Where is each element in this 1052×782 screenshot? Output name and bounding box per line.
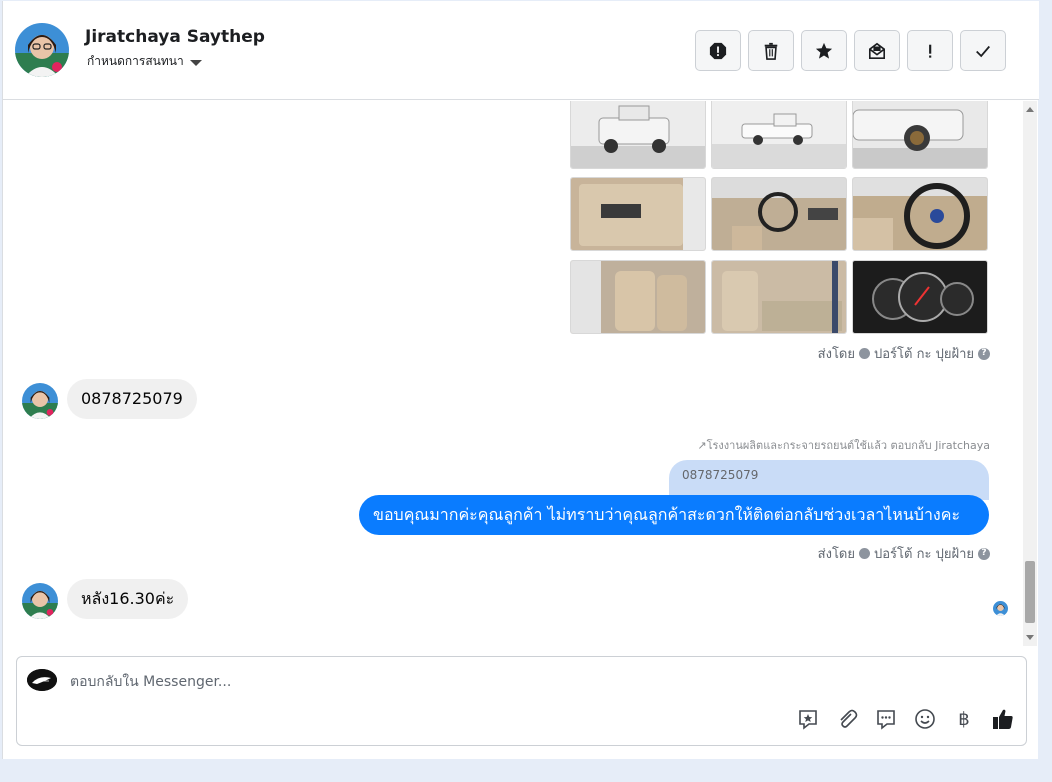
attachment-photo[interactable] bbox=[711, 177, 847, 251]
attach-button[interactable] bbox=[836, 708, 858, 730]
emoji-icon bbox=[915, 709, 935, 729]
payment-button[interactable]: ฿ bbox=[953, 708, 975, 730]
spam-icon bbox=[709, 42, 727, 59]
emoji-button[interactable] bbox=[914, 708, 936, 730]
message-thread: ส่งโดย ปอร์โต้ กะ ปุยฝ้าย ? 0878725079 ↗… bbox=[3, 101, 1023, 646]
star-icon bbox=[815, 42, 833, 59]
done-icon bbox=[976, 45, 990, 57]
baht-icon: ฿ bbox=[958, 708, 970, 730]
sender-name[interactable]: ปอร์โต้ กะ ปุยฝ้าย bbox=[874, 343, 974, 364]
reply-context: ↗โรงงานผลิตและกระจายรถยนต์ใช้แล้ว ตอบกลั… bbox=[697, 439, 990, 452]
conversation-settings-label: กำหนดการสนทนา bbox=[87, 54, 184, 68]
contact-avatar[interactable] bbox=[15, 23, 69, 77]
attachment-photo[interactable] bbox=[711, 101, 847, 169]
page-badge-icon bbox=[859, 548, 870, 559]
attachment-photo[interactable] bbox=[852, 260, 988, 334]
quick-reply-button[interactable] bbox=[875, 708, 897, 730]
attachment-photo[interactable] bbox=[570, 260, 706, 334]
conversation-settings-dropdown[interactable]: กำหนดการสนทนา bbox=[87, 52, 202, 71]
sender-name[interactable]: ปอร์โต้ กะ ปุยฝ้าย bbox=[874, 543, 974, 564]
page-avatar bbox=[27, 669, 57, 691]
contact-avatar[interactable] bbox=[22, 383, 58, 419]
star-button[interactable] bbox=[801, 30, 847, 71]
important-icon bbox=[929, 44, 932, 58]
attachment-photo[interactable] bbox=[852, 177, 988, 251]
help-icon[interactable]: ? bbox=[978, 547, 990, 560]
header-action-bar bbox=[695, 30, 1006, 71]
sent-by-label: ส่งโดย ปอร์โต้ กะ ปุยฝ้าย ? bbox=[818, 543, 990, 564]
attachment-photo[interactable] bbox=[852, 101, 988, 169]
mark-important-button[interactable] bbox=[907, 30, 953, 71]
contact-avatar[interactable] bbox=[22, 583, 58, 619]
reply-arrow-icon: ↗ bbox=[697, 439, 707, 452]
composer-toolbar: ฿ bbox=[797, 708, 1014, 730]
attachment-photo[interactable] bbox=[711, 260, 847, 334]
scroll-thumb[interactable] bbox=[1025, 561, 1035, 623]
attachment-photo[interactable] bbox=[570, 101, 706, 169]
conversation-header: Jiratchaya Saythep กำหนดการสนทนา bbox=[3, 1, 1039, 100]
page-badge-icon bbox=[859, 348, 870, 359]
delete-button[interactable] bbox=[748, 30, 794, 71]
incoming-message[interactable]: 0878725079 bbox=[67, 379, 197, 419]
like-button[interactable] bbox=[992, 708, 1014, 730]
incoming-message[interactable]: หลัง16.30ค่ะ bbox=[67, 579, 189, 619]
contact-name: Jiratchaya Saythep bbox=[85, 27, 265, 47]
seen-avatar bbox=[993, 601, 1008, 616]
mark-unread-button[interactable] bbox=[854, 30, 900, 71]
chevron-down-icon bbox=[189, 59, 202, 66]
outgoing-message[interactable]: ขอบคุณมากค่ะคุณลูกค้า ไม่ทราบว่าคุณลูกค้… bbox=[359, 495, 989, 535]
saved-reply-button[interactable] bbox=[797, 708, 819, 730]
attachment-photo[interactable] bbox=[570, 177, 706, 251]
conversation-panel: Jiratchaya Saythep กำหนดการสนทนา ส่งโดย … bbox=[2, 1, 1039, 759]
attach-icon bbox=[840, 709, 858, 728]
sent-by-label: ส่งโดย ปอร์โต้ กะ ปุยฝ้าย ? bbox=[818, 343, 990, 364]
like-icon bbox=[993, 709, 1013, 729]
reply-input[interactable] bbox=[70, 670, 770, 694]
saved-reply-icon bbox=[799, 710, 817, 730]
reply-composer: ฿ bbox=[16, 656, 1027, 746]
mark-done-button[interactable] bbox=[960, 30, 1006, 71]
help-icon[interactable]: ? bbox=[978, 347, 990, 360]
mark-unread-icon bbox=[868, 42, 886, 59]
trash-icon bbox=[764, 42, 778, 60]
mark-spam-button[interactable] bbox=[695, 30, 741, 71]
scroll-down-icon[interactable] bbox=[1026, 635, 1034, 640]
scroll-up-icon[interactable] bbox=[1026, 107, 1034, 112]
thread-scrollbar[interactable] bbox=[1023, 101, 1037, 646]
quick-reply-icon bbox=[877, 710, 895, 730]
quoted-message[interactable]: 0878725079 bbox=[669, 460, 989, 500]
